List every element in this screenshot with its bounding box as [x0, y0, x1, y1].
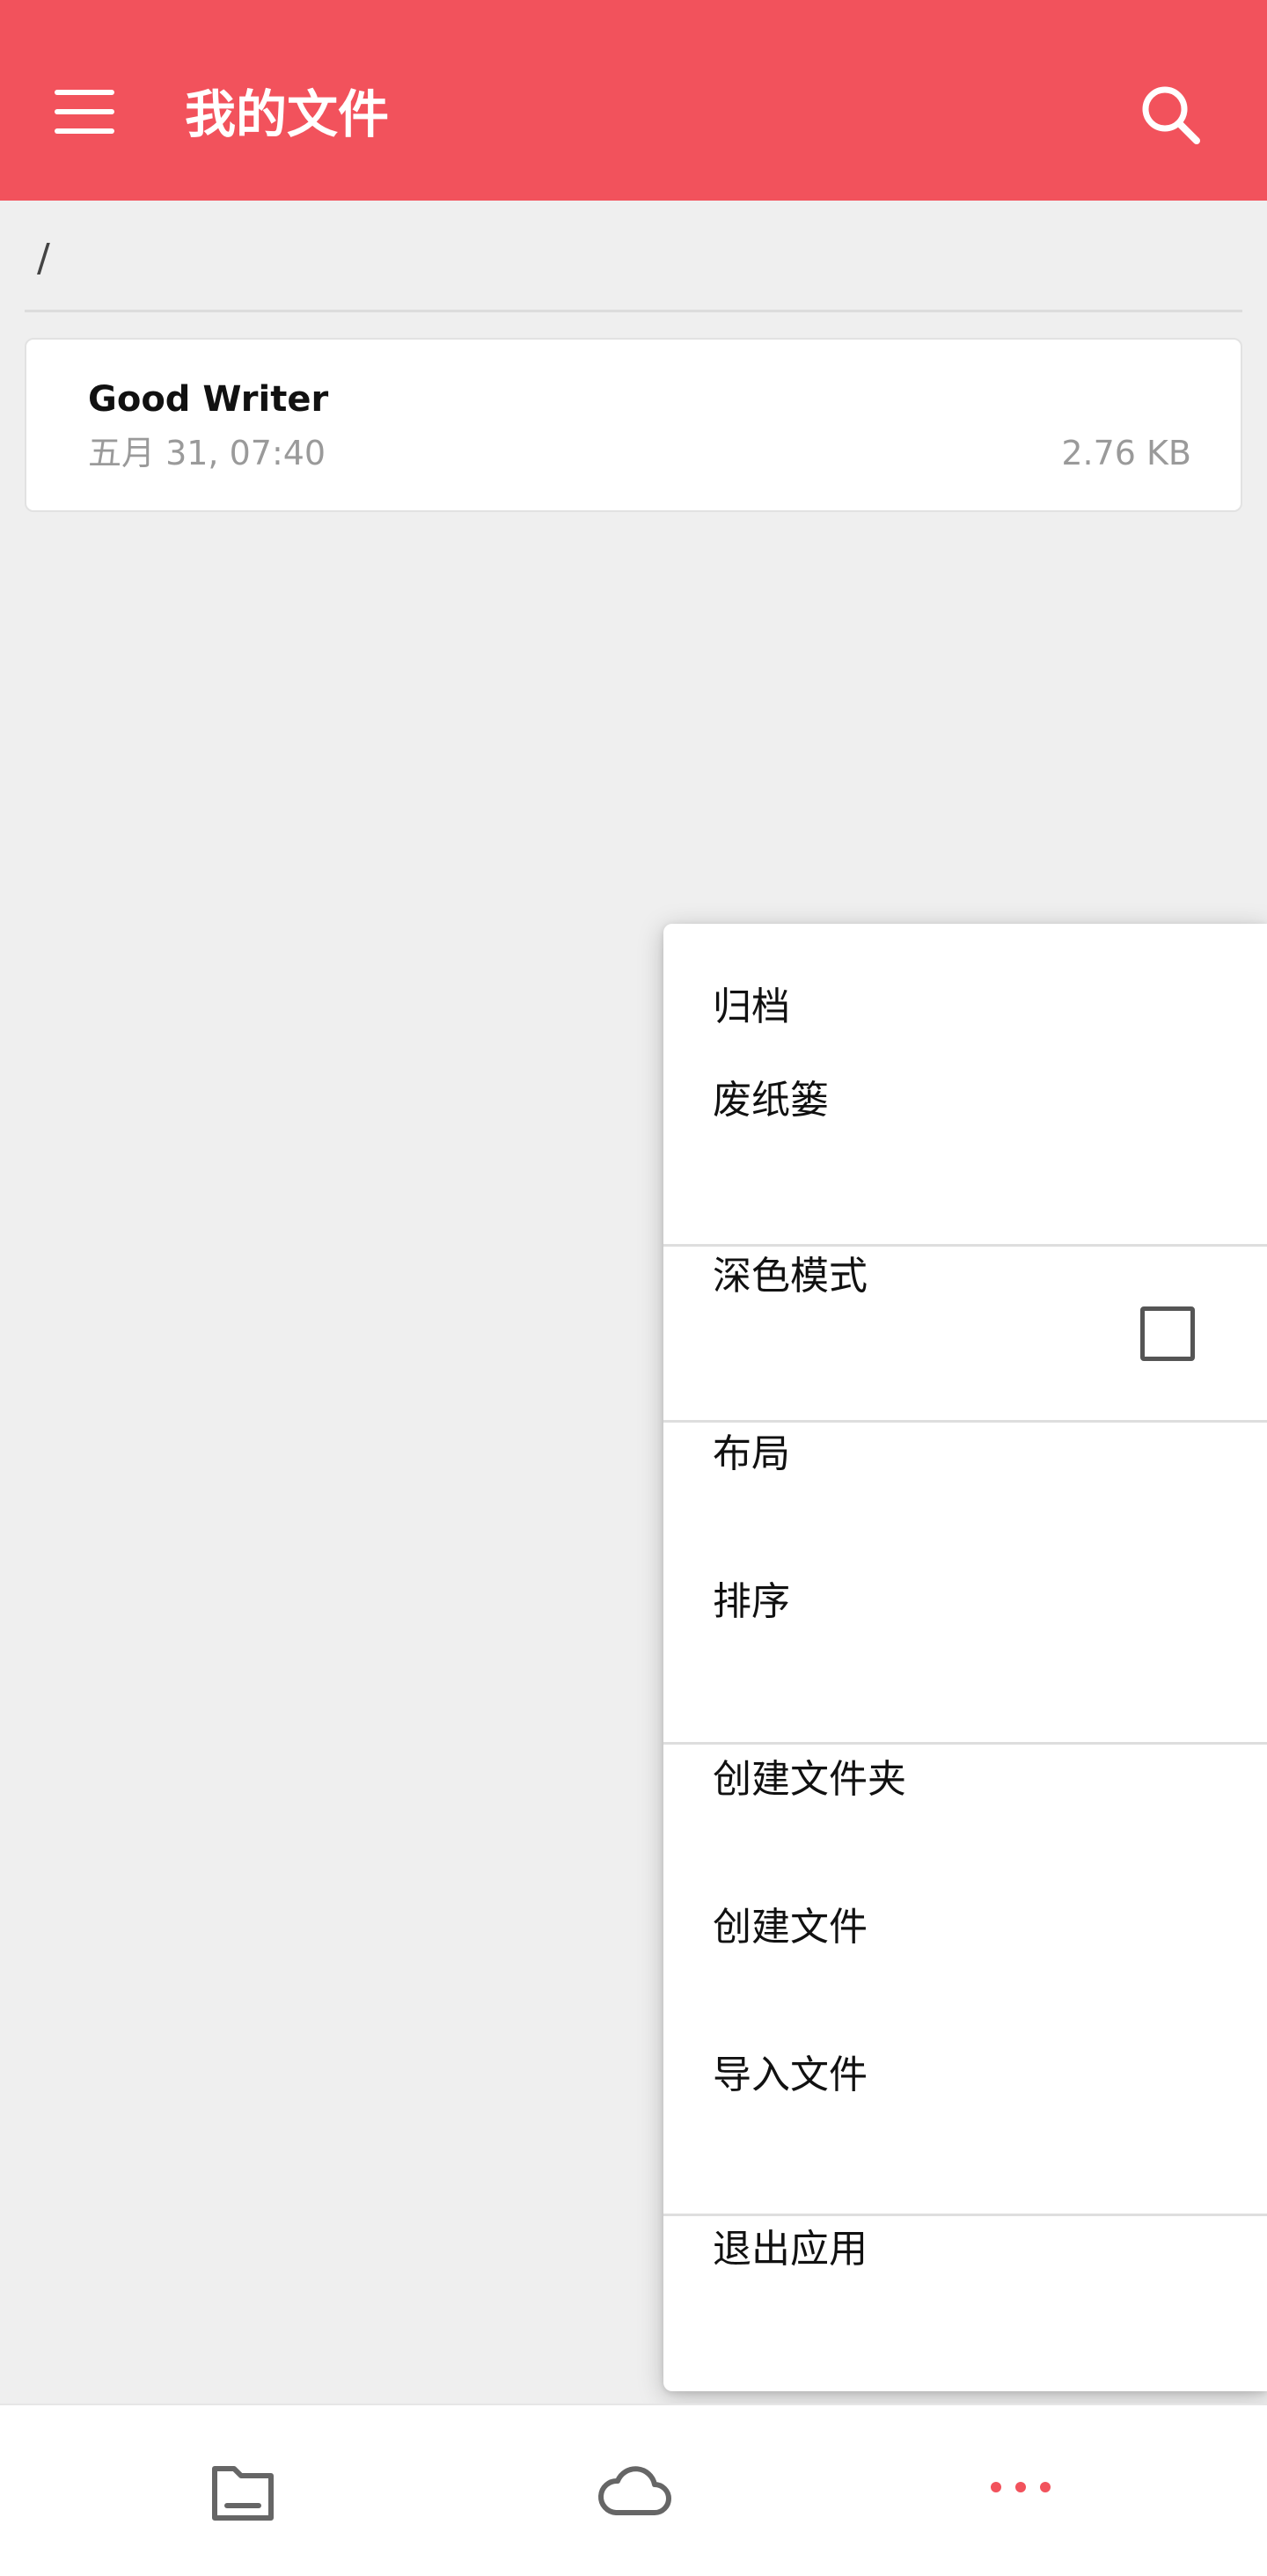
menu-item-archive[interactable]: 归档: [663, 959, 1267, 1056]
menu-item-label: 废纸篓: [713, 1078, 829, 1123]
dark-mode-checkbox[interactable]: [1140, 1306, 1195, 1361]
bottom-navigation: [0, 2404, 1267, 2576]
app-bar: 我的文件: [0, 0, 1267, 201]
menu-item-import-file[interactable]: 导入文件: [663, 2027, 1267, 2124]
search-button[interactable]: [1135, 79, 1205, 150]
file-item[interactable]: Good Writer 五月 31, 07:40 2.76 KB: [25, 338, 1242, 512]
hamburger-menu-icon: [55, 90, 114, 95]
overflow-menu: 归档 废纸篓 深色模式 布局 排序 创建文件夹 创建文件 导入文件 退出应用: [663, 924, 1267, 2391]
menu-item-layout[interactable]: 布局: [663, 1406, 1267, 1503]
menu-item-create-file[interactable]: 创建文件: [663, 1879, 1267, 1976]
cloud-icon: [597, 2466, 671, 2515]
more-dots-icon: [991, 2482, 1051, 2492]
menu-item-exit-app[interactable]: 退出应用: [663, 2201, 1267, 2298]
menu-item-label: 布局: [713, 1431, 790, 1476]
breadcrumb[interactable]: /: [37, 234, 50, 283]
menu-button[interactable]: [55, 90, 114, 134]
folder-icon: [212, 2466, 274, 2521]
nav-files-button[interactable]: [0, 2405, 422, 2576]
menu-item-sort[interactable]: 排序: [663, 1554, 1267, 1650]
menu-item-label: 归档: [713, 984, 790, 1029]
menu-item-label: 导入文件: [713, 2053, 868, 2097]
nav-more-button[interactable]: [845, 2405, 1267, 2576]
nav-cloud-button[interactable]: [422, 2405, 845, 2576]
file-date: 五月 31, 07:40: [88, 434, 326, 472]
menu-item-label: 退出应用: [713, 2227, 868, 2272]
menu-item-trash[interactable]: 废纸篓: [663, 1052, 1267, 1149]
search-icon: [1142, 86, 1200, 144]
file-size: 2.76 KB: [1061, 434, 1191, 472]
divider: [25, 310, 1242, 312]
file-name: Good Writer: [88, 379, 329, 420]
page-title: 我的文件: [185, 84, 390, 144]
menu-item-label: 深色模式: [713, 1254, 868, 1299]
menu-item-label: 创建文件: [713, 1905, 868, 1950]
menu-item-label: 创建文件夹: [713, 1757, 906, 1802]
menu-item-create-folder[interactable]: 创建文件夹: [663, 1731, 1267, 1828]
menu-item-label: 排序: [713, 1579, 790, 1624]
